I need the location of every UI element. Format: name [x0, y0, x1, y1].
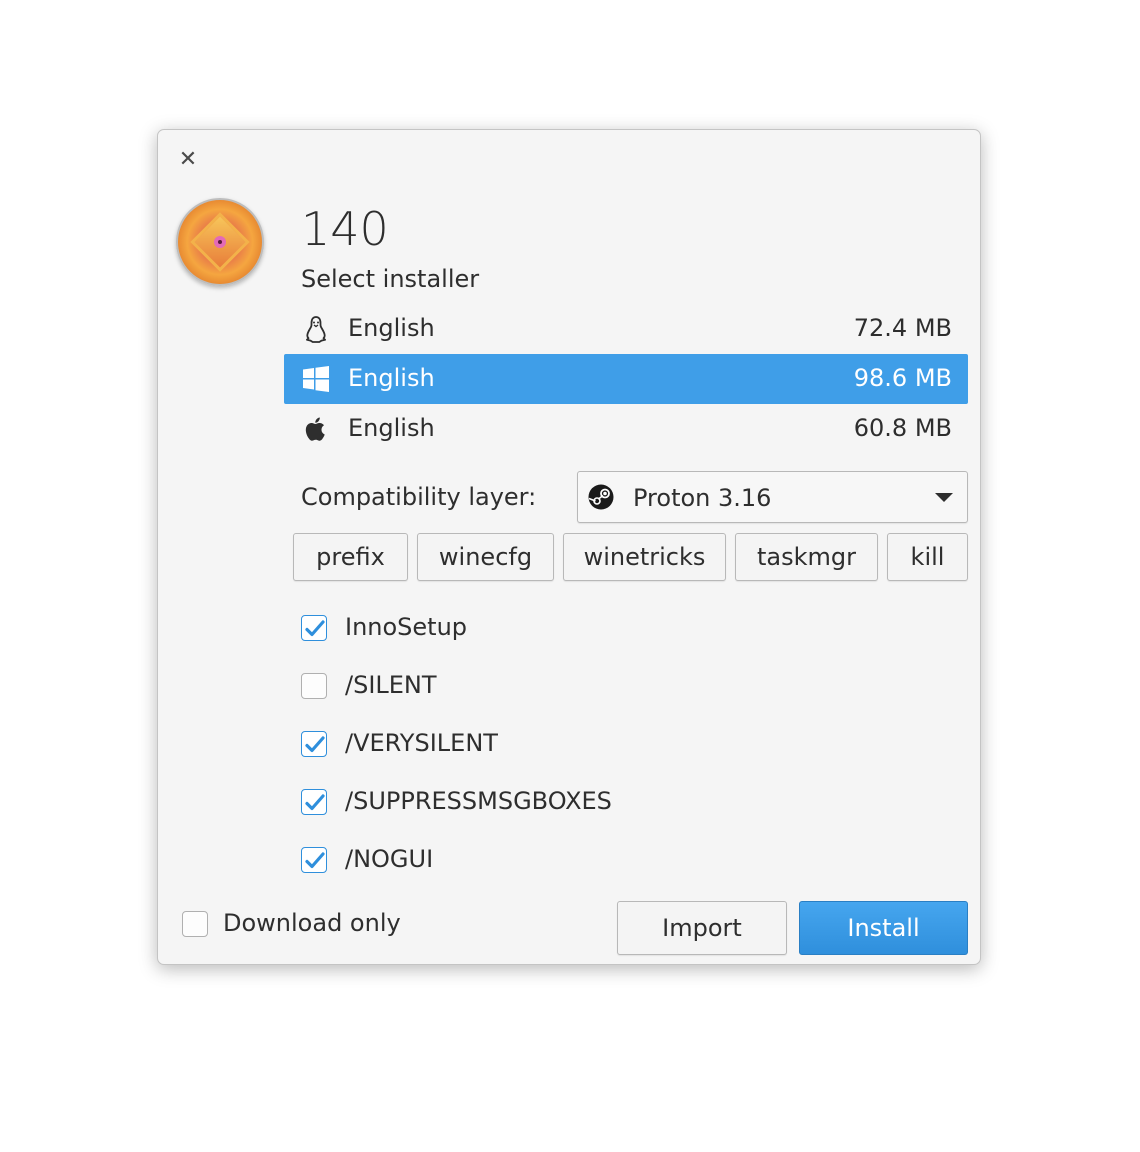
option-label: InnoSetup [345, 613, 468, 641]
taskmgr-button[interactable]: taskmgr [735, 533, 878, 581]
installer-size: 98.6 MB [853, 364, 952, 392]
windows-icon [303, 366, 329, 392]
installer-language: English [348, 314, 435, 342]
checkbox-checked[interactable] [301, 615, 327, 641]
compatibility-layer-dropdown[interactable]: Proton 3.16 [577, 471, 968, 523]
tux-icon [306, 316, 326, 343]
select-installer-label: Select installer [301, 265, 480, 293]
installer-language: English [348, 414, 435, 442]
kill-button[interactable]: kill [887, 533, 968, 581]
checkbox-unchecked[interactable] [182, 911, 208, 937]
winetricks-button[interactable]: winetricks [563, 533, 726, 581]
option-label: /VERYSILENT [345, 729, 498, 757]
checkbox-unchecked[interactable] [301, 673, 327, 699]
installer-language: English [348, 364, 435, 392]
winecfg-button[interactable]: winecfg [417, 533, 554, 581]
chevron-down-icon [935, 493, 953, 502]
installer-row-mac[interactable]: English 60.8 MB [284, 404, 968, 454]
install-button[interactable]: Install [799, 901, 968, 955]
compatibility-layer-label: Compatibility layer: [301, 483, 537, 511]
installer-size: 72.4 MB [853, 314, 952, 342]
checkbox-checked[interactable] [301, 731, 327, 757]
option-label: /NOGUI [345, 845, 434, 873]
close-icon[interactable]: ✕ [176, 148, 200, 172]
option-label: /SILENT [345, 671, 437, 699]
prefix-button[interactable]: prefix [293, 533, 408, 581]
game-title: 140 [301, 202, 389, 256]
option-label: /SUPPRESSMSGBOXES [345, 787, 612, 815]
installer-row-windows[interactable]: English 98.6 MB [284, 354, 968, 404]
import-button[interactable]: Import [617, 901, 787, 955]
game-icon [176, 198, 264, 286]
download-only-label: Download only [223, 909, 401, 937]
installer-list: English 72.4 MB English 98.6 MB English … [284, 304, 968, 454]
steam-icon [588, 484, 614, 510]
checkbox-checked[interactable] [301, 847, 327, 873]
installer-size: 60.8 MB [853, 414, 952, 442]
installer-row-linux[interactable]: English 72.4 MB [284, 304, 968, 354]
install-dialog: ✕ 140 Select installer English 72.4 MB E… [157, 129, 981, 965]
compatibility-layer-value: Proton 3.16 [633, 484, 772, 512]
checkbox-checked[interactable] [301, 789, 327, 815]
apple-icon [305, 417, 325, 441]
